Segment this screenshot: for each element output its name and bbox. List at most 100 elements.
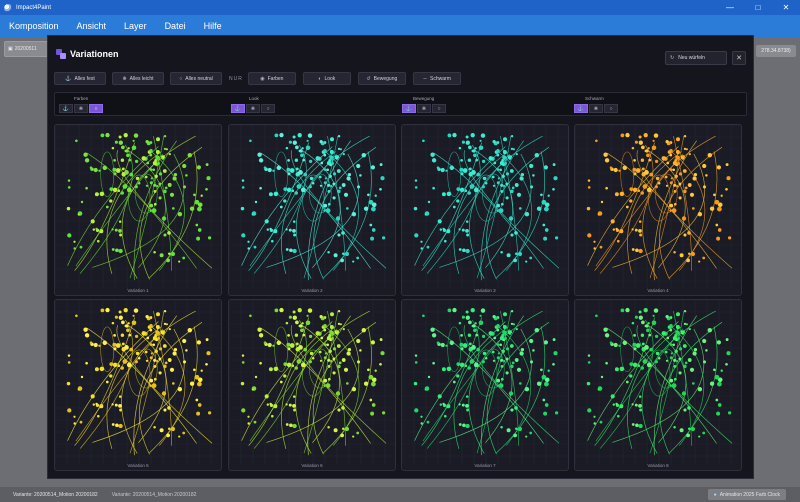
swarm-particle <box>67 354 71 357</box>
variation-card[interactable]: Variation 8 <box>574 299 742 471</box>
seg-feather[interactable]: ❋ <box>246 104 260 113</box>
swarm-particle <box>640 158 645 162</box>
seg-anchor[interactable]: ⚓ <box>231 104 245 113</box>
anchor-icon: ⚓ <box>65 75 72 82</box>
swarm-particle <box>182 338 187 344</box>
swarm-particle <box>612 403 616 406</box>
swarm-particle <box>717 206 722 212</box>
swarm-particle <box>436 341 440 344</box>
swarm-particle <box>286 342 291 347</box>
variation-card[interactable]: Variation 3 <box>401 124 569 296</box>
swarm-particle <box>554 411 559 415</box>
maximize-button[interactable]: □ <box>744 0 772 15</box>
swarm-particle <box>264 394 269 399</box>
swarm-particle <box>159 428 164 433</box>
seg-feather[interactable]: ❋ <box>417 104 431 113</box>
swarm-particle <box>283 362 288 366</box>
swarm-particle <box>511 361 515 365</box>
close-icon[interactable]: ✕ <box>732 51 746 65</box>
variation-card[interactable]: Variation 5 <box>54 299 222 471</box>
seg-anchor[interactable]: ⚓ <box>59 104 73 113</box>
swarm-particle <box>500 364 504 368</box>
swarm-particle <box>665 184 669 187</box>
swarm-particle <box>301 147 304 150</box>
only-look-button[interactable]: ◐ Look <box>302 72 351 85</box>
swarm-particle <box>327 251 330 254</box>
swarm-particle <box>287 334 290 337</box>
swarm-particle <box>92 228 96 231</box>
swarm-particle <box>152 336 157 341</box>
swarm-particle <box>465 135 469 139</box>
swarm-particle <box>95 227 98 231</box>
swarm-particle <box>326 343 330 347</box>
swarm-particle <box>468 145 472 150</box>
swarm-particle <box>128 333 132 337</box>
swarm-particle <box>253 245 257 249</box>
swarm-particle <box>587 408 592 413</box>
seg-neutral[interactable]: ○ <box>89 104 103 113</box>
swarm-particle <box>112 362 118 368</box>
swarm-particle <box>637 364 641 367</box>
swarm-trail <box>433 327 544 444</box>
menu-hilfe[interactable]: Hilfe <box>195 21 231 31</box>
swarm-particle <box>111 248 115 251</box>
variation-card[interactable]: Variation 2 <box>228 124 396 296</box>
swarm-particle <box>319 184 323 187</box>
swarm-particle <box>337 189 341 194</box>
swarm-preview <box>229 125 395 289</box>
menu-komposition[interactable]: Komposition <box>0 21 68 31</box>
variation-card[interactable]: Variation 6 <box>228 299 396 471</box>
swarm-particle <box>347 347 352 352</box>
swarm-particle <box>516 192 522 197</box>
swarm-particle <box>99 366 105 372</box>
variation-card[interactable]: Variation 1 <box>54 124 222 296</box>
seg-anchor[interactable]: ⚓ <box>402 104 416 113</box>
swarm-particle <box>640 333 645 337</box>
swarm-particle <box>328 349 332 354</box>
menu-ansicht[interactable]: Ansicht <box>68 21 116 31</box>
swarm-particle <box>144 350 148 354</box>
swarm-particle <box>674 174 678 179</box>
light-all-button[interactable]: ❋ Alles leicht <box>112 72 164 85</box>
swarm-particle <box>536 206 542 211</box>
seg-neutral[interactable]: ○ <box>432 104 446 113</box>
only-label: NUR <box>229 75 243 82</box>
swarm-particle <box>534 152 540 158</box>
only-swarm-button[interactable]: ∽ Schwarm <box>412 72 461 85</box>
variation-card[interactable]: Variation 7 <box>401 299 569 471</box>
swarm-particle <box>629 199 633 203</box>
swarm-particle <box>683 147 687 151</box>
swarm-particle <box>168 327 171 331</box>
swarm-particle <box>688 252 691 255</box>
swarm-particle <box>287 172 291 176</box>
swarm-particle <box>500 377 504 381</box>
seg-feather[interactable]: ❋ <box>589 104 603 113</box>
swarm-particle <box>481 360 485 364</box>
minimize-button[interactable]: — <box>716 0 744 15</box>
seg-anchor[interactable]: ⚓ <box>574 104 588 113</box>
neutral-all-button[interactable]: ○ Alles neutral <box>170 72 222 85</box>
swarm-particle <box>168 152 171 156</box>
only-motion-button[interactable]: ↺ Bewegung <box>357 72 406 85</box>
swarm-particle <box>491 350 495 354</box>
swarm-particle <box>109 199 113 203</box>
swarm-particle <box>292 315 297 320</box>
swarm-particle <box>599 420 603 424</box>
variation-label: Variation 5 <box>127 463 149 468</box>
swarm-particle <box>610 219 615 224</box>
status-pill[interactable]: ● Animation 2025 Farb Clock <box>707 489 786 500</box>
swarm-particle <box>80 375 84 379</box>
reroll-button[interactable]: ↻ Neu würfeln <box>665 51 727 65</box>
close-window-button[interactable]: ✕ <box>772 0 800 15</box>
variation-card[interactable]: Variation 4 <box>574 124 742 296</box>
swarm-particle <box>155 330 160 335</box>
menu-datei[interactable]: Datei <box>156 21 195 31</box>
menu-layer[interactable]: Layer <box>115 21 156 31</box>
seg-neutral[interactable]: ○ <box>261 104 275 113</box>
seg-feather[interactable]: ❋ <box>74 104 88 113</box>
swarm-particle <box>465 248 470 254</box>
only-colors-button[interactable]: ◉ Farben <box>247 72 296 85</box>
swarm-particle <box>67 361 71 364</box>
seg-neutral[interactable]: ○ <box>604 104 618 113</box>
lock-all-button[interactable]: ⚓ Alles fest <box>54 72 106 85</box>
